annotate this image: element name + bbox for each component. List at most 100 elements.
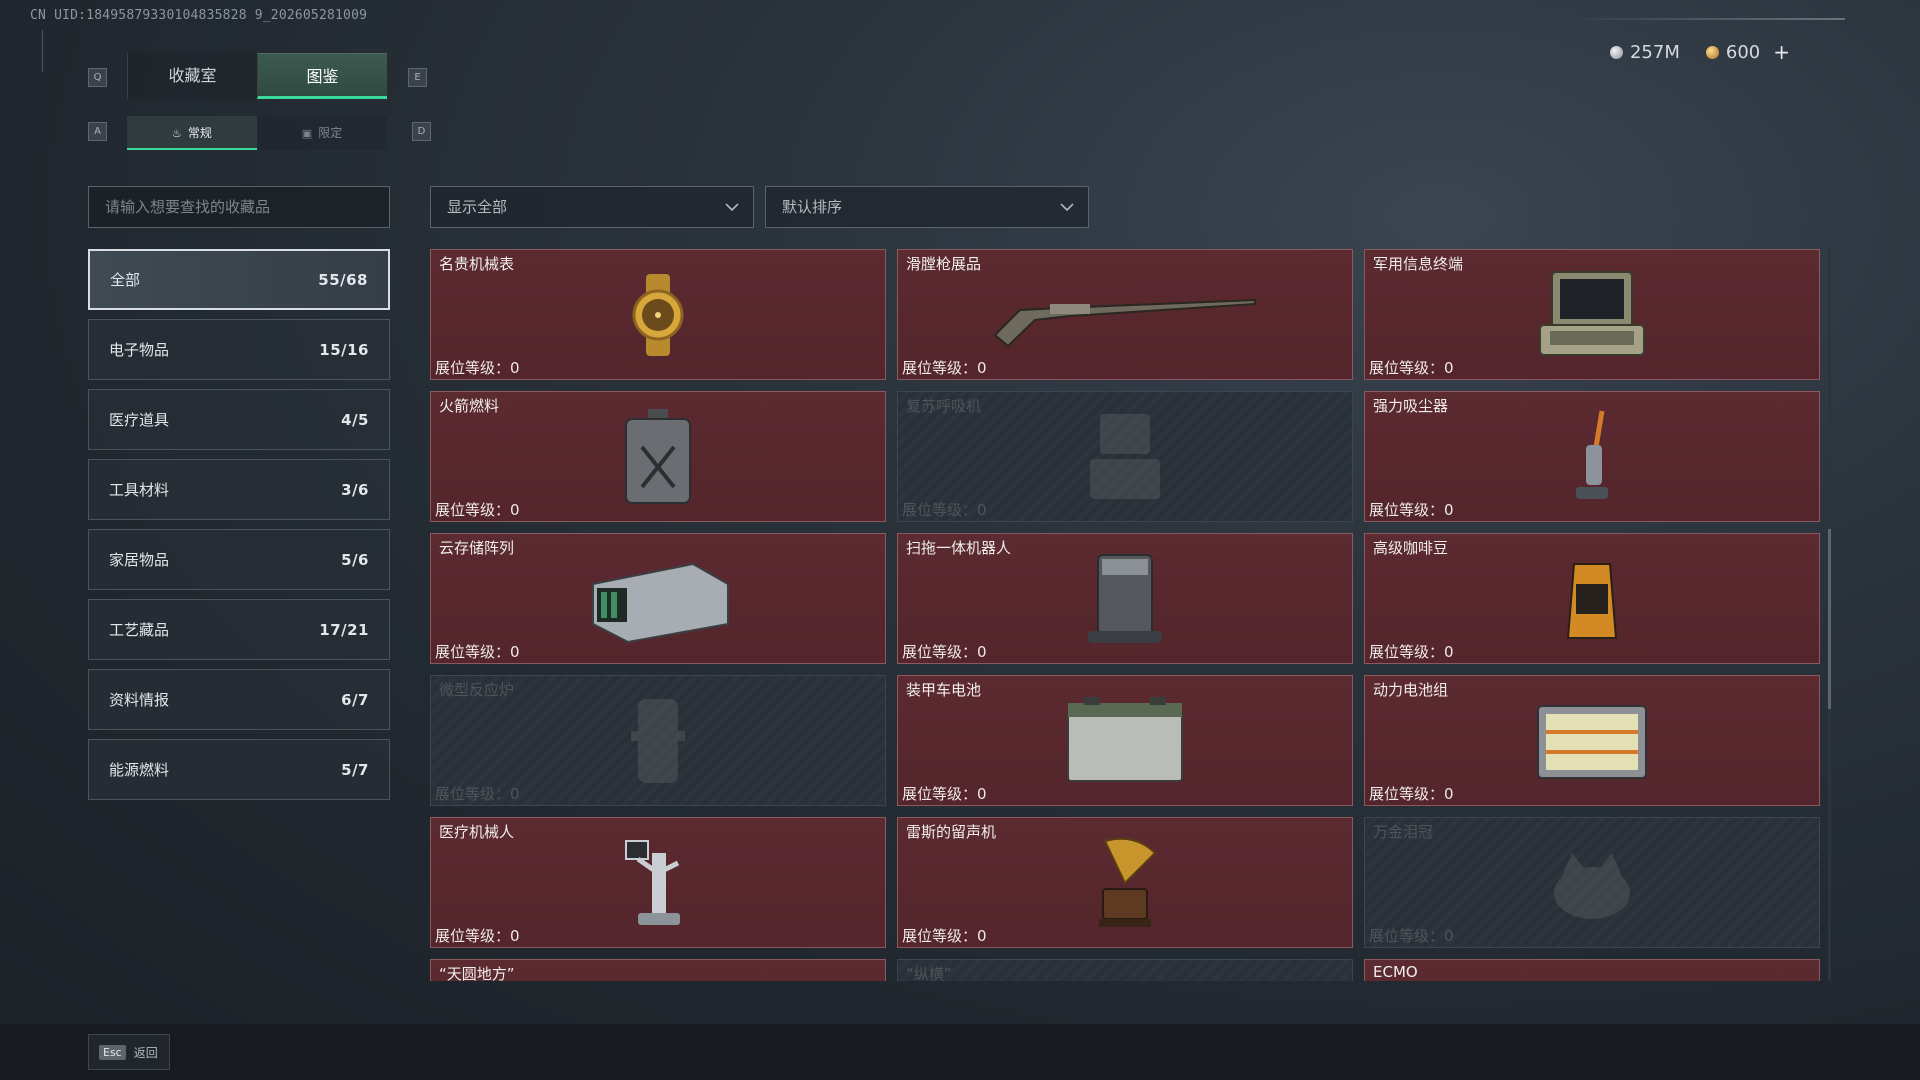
silver-amount: 257M (1629, 41, 1680, 63)
item-name: 滑膛枪展品 (906, 255, 982, 273)
category-count: 5/6 (341, 550, 369, 569)
category-crafts[interactable]: 工艺藏品 17/21 (88, 599, 390, 660)
category-electronics[interactable]: 电子物品 15/16 (88, 319, 390, 380)
top-decoration-line (1565, 18, 1845, 20)
item-card-medical-robot[interactable]: 医疗机械人 展位等级：0 (430, 817, 886, 948)
fuel-can-icon (583, 407, 733, 507)
category-count: 55/68 (318, 270, 368, 289)
gramophone-icon (1050, 833, 1200, 933)
item-name: 复苏呼吸机 (906, 397, 982, 415)
level-value: 0 (510, 359, 520, 377)
item-name: 扫拖一体机器人 (906, 539, 1012, 557)
main-tabs: 收藏室 图鉴 (127, 53, 387, 99)
search-input[interactable]: 请输入想要查找的收藏品 (88, 186, 390, 228)
category-medical[interactable]: 医疗道具 4/5 (88, 389, 390, 450)
category-count: 3/6 (341, 480, 369, 499)
category-household[interactable]: 家居物品 5/6 (88, 529, 390, 590)
filter-dropdown[interactable]: 显示全部 (430, 186, 754, 228)
item-level: 展位等级：0 (435, 499, 520, 520)
key-hint-d: D (412, 122, 431, 141)
item-card-tianyuan-difang[interactable]: “天圆地方” (430, 959, 886, 981)
category-count: 17/21 (319, 620, 369, 639)
scrollbar-thumb[interactable] (1828, 529, 1831, 709)
footer-bar (0, 1024, 1920, 1080)
item-name: 强力吸尘器 (1373, 397, 1449, 415)
item-level: 展位等级：0 (435, 783, 520, 804)
item-card-micro-reactor[interactable]: 微型反应炉 展位等级：0 (430, 675, 886, 806)
level-value: 0 (977, 643, 987, 661)
grid-scrollbar[interactable] (1828, 249, 1831, 981)
tab-regular-label: 常规 (187, 126, 212, 140)
level-value: 0 (1444, 501, 1454, 519)
item-card-vacuum[interactable]: 强力吸尘器 展位等级：0 (1364, 391, 1820, 522)
item-card-rocket-fuel[interactable]: 火箭燃料 展位等级：0 (430, 391, 886, 522)
item-card-ventilator[interactable]: 复苏呼吸机 展位等级：0 (897, 391, 1353, 522)
chevron-down-icon (1060, 203, 1074, 212)
medical-robot-icon (583, 833, 733, 933)
level-value: 0 (977, 501, 987, 519)
item-card-coffee-beans[interactable]: 高级咖啡豆 展位等级：0 (1364, 533, 1820, 664)
vacuum-icon (1517, 407, 1667, 507)
item-card-armored-battery[interactable]: 装甲车电池 展位等级：0 (897, 675, 1353, 806)
silver-coin-icon (1609, 45, 1623, 59)
add-currency-button[interactable]: + (1773, 40, 1790, 64)
item-name: 医疗机械人 (439, 823, 515, 841)
gold-coin-icon (1705, 45, 1719, 59)
level-label: 展位等级： (1369, 359, 1445, 377)
category-energy[interactable]: 能源燃料 5/7 (88, 739, 390, 800)
tab-regular[interactable]: ♨ 常规 (127, 116, 257, 150)
coffee-bag-icon (1517, 549, 1667, 649)
category-intel[interactable]: 资料情报 6/7 (88, 669, 390, 730)
level-label: 展位等级： (902, 643, 978, 661)
category-label: 能源燃料 (109, 761, 170, 779)
item-name: 军用信息终端 (1373, 255, 1464, 273)
item-level: 展位等级：0 (902, 925, 987, 946)
item-name: 微型反应炉 (439, 681, 515, 699)
sort-dropdown[interactable]: 默认排序 (765, 186, 1089, 228)
key-hint-a: A (88, 122, 107, 141)
category-label: 电子物品 (109, 341, 170, 359)
chevron-down-icon (725, 203, 739, 212)
back-button[interactable]: Esc 返回 (88, 1034, 170, 1070)
item-level: 展位等级：0 (1369, 783, 1454, 804)
tab-limited[interactable]: ▣ 限定 (257, 116, 387, 150)
category-all[interactable]: 全部 55/68 (88, 249, 390, 310)
esc-key-icon: Esc (99, 1044, 126, 1060)
level-label: 展位等级： (435, 785, 511, 803)
currency-bar: 257M 600 + (1609, 40, 1790, 64)
item-card-crown[interactable]: 万金泪冠 展位等级：0 (1364, 817, 1820, 948)
item-card-zongheng[interactable]: “纵横” (897, 959, 1353, 981)
level-label: 展位等级： (435, 501, 511, 519)
sub-tabs: ♨ 常规 ▣ 限定 (127, 116, 387, 150)
tab-collection-room[interactable]: 收藏室 (127, 53, 257, 99)
gold-currency: 600 + (1705, 40, 1790, 64)
item-card-military-terminal[interactable]: 军用信息终端 展位等级：0 (1364, 249, 1820, 380)
level-label: 展位等级： (902, 359, 978, 377)
item-card-ecmo[interactable]: ECMO (1364, 959, 1820, 981)
item-card-cloud-storage[interactable]: 云存储阵列 展位等级：0 (430, 533, 886, 664)
tab-limited-label: 限定 (318, 126, 343, 140)
tab-catalog[interactable]: 图鉴 (257, 53, 387, 99)
item-name: ECMO (1373, 963, 1418, 981)
terminal-icon (1517, 265, 1667, 365)
item-level: 展位等级：0 (902, 783, 987, 804)
level-label: 展位等级： (902, 927, 978, 945)
item-card-luxury-watch[interactable]: 名贵机械表 展位等级：0 (430, 249, 886, 380)
category-tools[interactable]: 工具材料 3/6 (88, 459, 390, 520)
item-card-gramophone[interactable]: 雷斯的留声机 展位等级：0 (897, 817, 1353, 948)
item-card-power-battery-pack[interactable]: 动力电池组 展位等级：0 (1364, 675, 1820, 806)
category-count: 15/16 (319, 340, 369, 359)
back-label: 返回 (133, 1045, 158, 1060)
level-value: 0 (1444, 359, 1454, 377)
category-label: 资料情报 (109, 691, 170, 709)
storage-array-icon (583, 549, 733, 649)
item-card-robot-mop[interactable]: 扫拖一体机器人 展位等级：0 (897, 533, 1353, 664)
level-label: 展位等级： (902, 785, 978, 803)
item-level: 展位等级：0 (435, 357, 520, 378)
item-card-musket[interactable]: 滑膛枪展品 展位等级：0 (897, 249, 1353, 380)
sort-dropdown-value: 默认排序 (782, 198, 843, 216)
level-label: 展位等级： (1369, 643, 1445, 661)
category-label: 医疗道具 (109, 411, 170, 429)
silver-currency: 257M (1609, 41, 1680, 63)
item-name: 云存储阵列 (439, 539, 515, 557)
